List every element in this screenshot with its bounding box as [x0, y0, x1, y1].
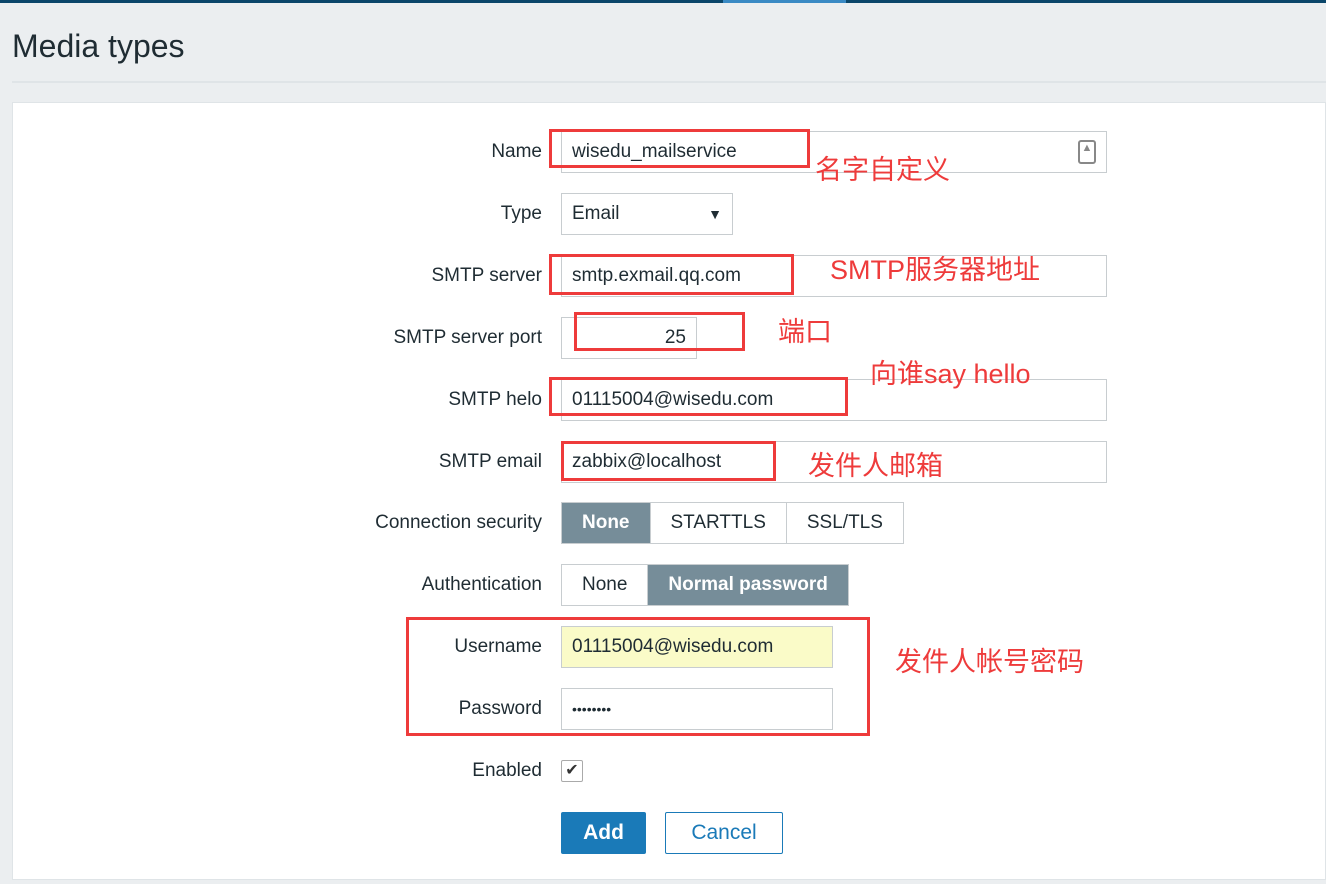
annotation-email: 发件人邮箱: [808, 451, 943, 481]
security-none-option[interactable]: None: [562, 503, 651, 543]
annotation-account: 发件人帐号密码: [895, 647, 1084, 677]
annotation-box-port: [574, 312, 745, 351]
cancel-button[interactable]: Cancel: [665, 812, 783, 854]
auth-none-option[interactable]: None: [562, 565, 649, 605]
smtp-helo-label: SMTP helo: [448, 389, 542, 410]
type-value: Email: [572, 203, 620, 224]
type-select[interactable]: Email ▼: [561, 193, 733, 235]
annotation-box-name: [549, 129, 810, 168]
annotation-server: SMTP服务器地址: [830, 255, 1041, 285]
annotation-port: 端口: [778, 317, 832, 347]
enabled-label: Enabled: [472, 760, 542, 781]
name-label: Name: [491, 141, 542, 162]
security-starttls-option[interactable]: STARTTLS: [651, 503, 787, 543]
autofill-icon[interactable]: ▲: [1078, 140, 1096, 164]
annotation-box-account: [406, 617, 870, 736]
page-title: Media types: [12, 28, 185, 64]
dropdown-arrow-icon: ▼: [708, 206, 722, 222]
annotation-box-helo: [549, 377, 848, 416]
smtp-email-label: SMTP email: [438, 451, 542, 472]
add-button[interactable]: Add: [561, 812, 646, 854]
authentication-toggle: None Normal password: [561, 564, 849, 606]
annotation-box-email: [561, 441, 776, 481]
authentication-label: Authentication: [421, 574, 542, 595]
smtp-server-label: SMTP server: [431, 265, 542, 286]
smtp-port-label: SMTP server port: [393, 327, 542, 348]
annotation-helo: 向谁say hello: [870, 359, 1031, 389]
type-label: Type: [500, 203, 542, 224]
connection-security-toggle: None STARTTLS SSL/TLS: [561, 502, 904, 544]
security-ssltls-option[interactable]: SSL/TLS: [787, 503, 903, 543]
connection-security-label: Connection security: [375, 512, 542, 533]
active-nav-indicator: [723, 0, 846, 3]
divider: [12, 81, 1326, 83]
enabled-checkbox[interactable]: ✔: [561, 760, 583, 782]
top-nav-bar: [0, 0, 1326, 3]
annotation-box-server: [549, 254, 794, 295]
annotation-name: 名字自定义: [815, 155, 950, 185]
auth-normal-password-option[interactable]: Normal password: [648, 565, 848, 605]
